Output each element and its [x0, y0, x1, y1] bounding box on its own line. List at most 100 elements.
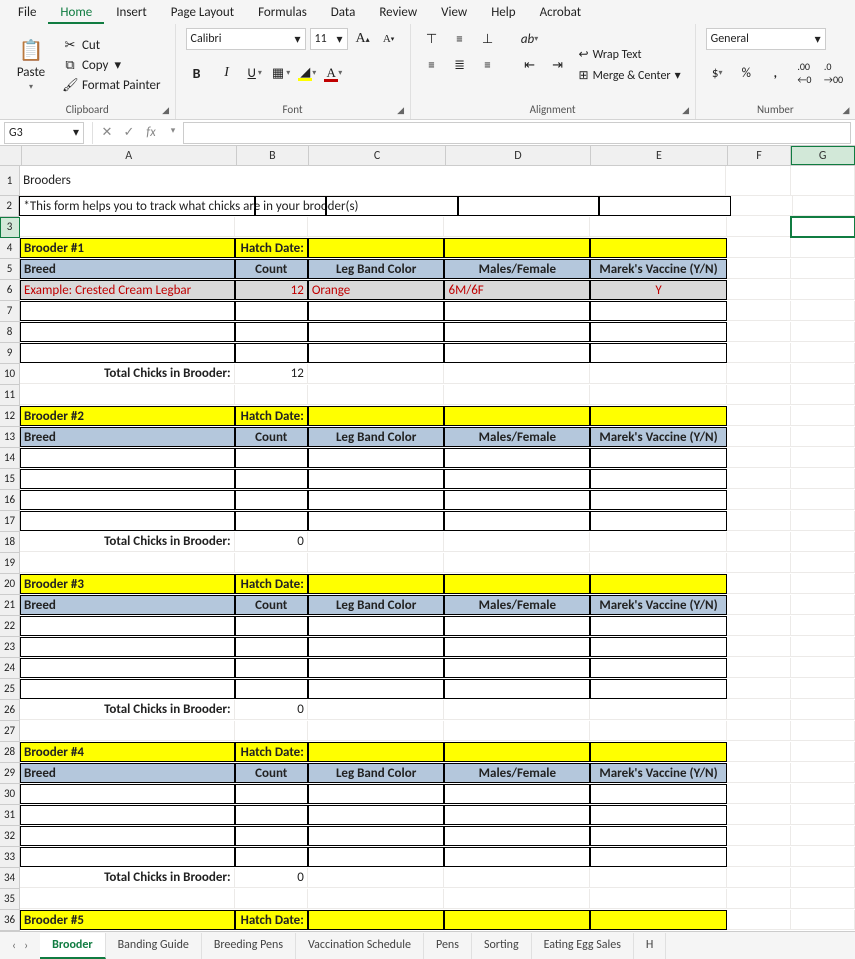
cell[interactable] [235, 784, 308, 804]
cell[interactable] [791, 700, 855, 720]
alignment-dialog-launcher[interactable]: ◢ [679, 103, 693, 117]
cell[interactable] [20, 826, 235, 846]
cell[interactable] [444, 532, 590, 552]
cell[interactable] [590, 658, 727, 678]
cell[interactable] [727, 574, 791, 594]
cell[interactable] [444, 658, 590, 678]
cell[interactable]: Hatch Date: [235, 406, 308, 426]
cell[interactable] [791, 469, 855, 489]
tab-home[interactable]: Home [48, 1, 104, 24]
cell[interactable] [727, 679, 791, 699]
decrease-decimal-icon[interactable]: .0→00 [822, 62, 845, 84]
cell[interactable] [727, 490, 791, 510]
cell[interactable] [444, 847, 590, 867]
sheet-tab-brooder[interactable]: Brooder [40, 933, 106, 959]
cell[interactable]: Leg Band Color [308, 259, 445, 279]
cell[interactable] [308, 868, 445, 888]
cell[interactable] [235, 637, 308, 657]
cell[interactable] [590, 553, 727, 573]
row-header[interactable]: 24 [0, 658, 20, 679]
cell[interactable] [235, 889, 308, 909]
cell[interactable] [590, 532, 727, 552]
tab-formulas[interactable]: Formulas [246, 1, 319, 24]
cell[interactable]: Marek's Vaccine (Y/N) [590, 259, 727, 279]
col-header-b[interactable]: B [237, 146, 310, 165]
col-header-e[interactable]: E [591, 146, 727, 165]
cell[interactable] [308, 490, 445, 510]
cell[interactable] [308, 511, 445, 531]
cell[interactable] [727, 217, 791, 237]
cell[interactable] [727, 553, 791, 573]
cell[interactable]: Brooder #5 [20, 910, 235, 930]
cell[interactable] [308, 889, 445, 909]
cell[interactable] [791, 343, 855, 363]
row-header[interactable]: 31 [0, 805, 20, 826]
cell[interactable] [731, 196, 793, 216]
tab-page-layout[interactable]: Page Layout [159, 1, 246, 24]
cell[interactable]: 0 [235, 700, 308, 720]
cell[interactable] [791, 385, 855, 405]
orientation-button[interactable]: ab▾ [519, 28, 541, 50]
cell[interactable] [20, 490, 235, 510]
cell[interactable] [590, 847, 727, 867]
cell[interactable]: Example: Crested Cream Legbar [20, 280, 235, 300]
cell[interactable] [590, 238, 727, 258]
row-header[interactable]: 3 [0, 217, 20, 238]
cell[interactable] [235, 301, 308, 321]
cell[interactable] [444, 826, 590, 846]
cell[interactable] [308, 364, 445, 384]
cell[interactable] [727, 616, 791, 636]
cell[interactable] [308, 637, 445, 657]
fill-color-button[interactable]: ◢▾ [298, 62, 316, 84]
row-header[interactable]: 25 [0, 679, 20, 700]
cell[interactable] [20, 847, 235, 867]
bold-button[interactable]: B [186, 62, 208, 84]
cell[interactable] [590, 448, 727, 468]
cell[interactable] [727, 826, 791, 846]
sheet-tab-pens[interactable]: Pens [424, 933, 472, 959]
cell[interactable] [727, 658, 791, 678]
cell[interactable] [727, 532, 791, 552]
tab-review[interactable]: Review [367, 1, 429, 24]
tab-insert[interactable]: Insert [104, 1, 159, 24]
align-center-icon[interactable]: ≣ [449, 54, 471, 76]
cell[interactable] [308, 448, 445, 468]
cell[interactable] [727, 868, 791, 888]
cell[interactable] [308, 742, 445, 762]
cell[interactable] [791, 511, 855, 531]
cell[interactable] [791, 406, 855, 426]
row-header[interactable]: 32 [0, 826, 20, 847]
cell[interactable] [308, 826, 445, 846]
comma-button[interactable]: , [764, 62, 787, 84]
cell[interactable] [791, 889, 855, 909]
cell[interactable] [308, 616, 445, 636]
cell[interactable]: Marek's Vaccine (Y/N) [590, 427, 727, 447]
copy-button[interactable]: ⧉Copy▾ [58, 57, 165, 74]
cell[interactable] [590, 784, 727, 804]
col-header-c[interactable]: C [309, 146, 445, 165]
row-header[interactable]: 17 [0, 511, 20, 532]
row-header[interactable]: 22 [0, 616, 20, 637]
cell[interactable] [444, 343, 590, 363]
cell[interactable] [590, 217, 727, 237]
row-header[interactable]: 10 [0, 364, 20, 385]
row-header[interactable]: 23 [0, 637, 20, 658]
cell[interactable]: Count [235, 259, 308, 279]
sheet-tab-sorting[interactable]: Sorting [472, 933, 532, 959]
sheet-tab-banding[interactable]: Banding Guide [106, 933, 202, 959]
align-bottom-icon[interactable]: ⊥ [477, 28, 499, 50]
cell[interactable] [791, 553, 855, 573]
decrease-font-icon[interactable]: A▾ [378, 28, 400, 50]
increase-decimal-icon[interactable]: .00←0 [793, 62, 816, 84]
cell[interactable] [590, 301, 727, 321]
cell[interactable] [20, 679, 235, 699]
cell[interactable]: Breed [20, 259, 235, 279]
cell[interactable]: Hatch Date: [235, 742, 308, 762]
cell[interactable] [308, 343, 445, 363]
cell[interactable] [727, 280, 791, 300]
cell[interactable] [791, 910, 855, 930]
cell[interactable]: Brooder #1 [20, 238, 235, 258]
cell[interactable] [791, 427, 855, 447]
number-dialog-launcher[interactable]: ◢ [839, 103, 853, 117]
cell[interactable]: 0 [235, 532, 308, 552]
